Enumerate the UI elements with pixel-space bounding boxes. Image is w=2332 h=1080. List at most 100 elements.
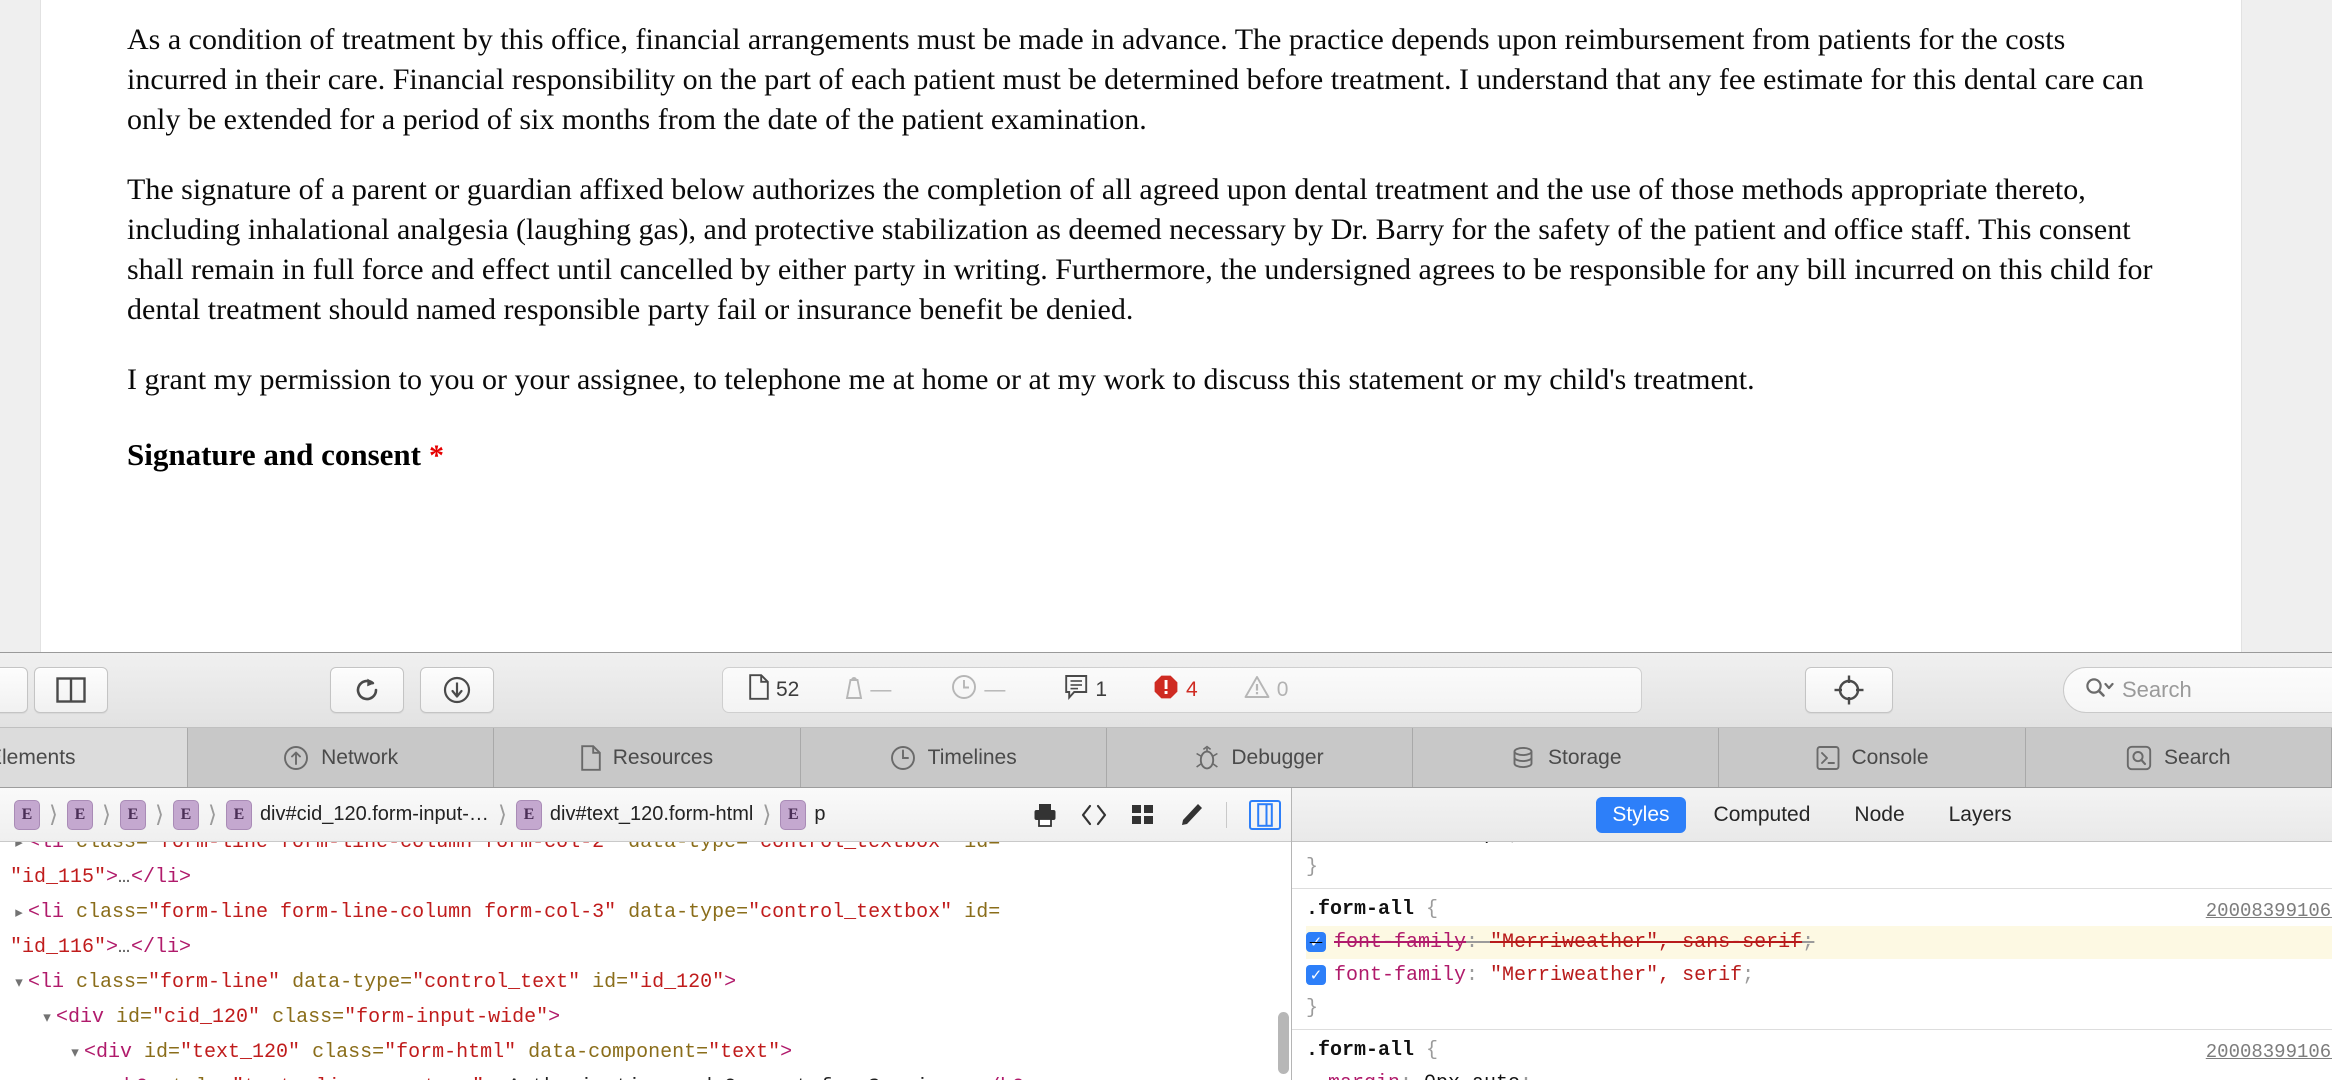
dom-node-li-115-cont[interactable]: "id_115">…</li>: [0, 860, 1291, 895]
print-icon[interactable]: [1032, 802, 1058, 828]
grid-icon[interactable]: [1130, 802, 1156, 828]
counter-logs[interactable]: 1: [1065, 674, 1107, 706]
tab-debugger[interactable]: Debugger: [1106, 728, 1414, 787]
breadcrumb-tools: [1032, 788, 1281, 842]
breadcrumb-item-2[interactable]: E: [119, 799, 146, 830]
dom-node-li-120[interactable]: ▾ <li class="form-line" data-type="contro…: [0, 965, 1291, 1000]
counter-resources[interactable]: 52: [749, 674, 799, 706]
tab-search[interactable]: Search: [2025, 728, 2332, 787]
dom-node-li-115-open[interactable]: ▸ <li class="form-line form-line-column f…: [0, 842, 1291, 860]
counter-warnings-value: 0: [1276, 678, 1289, 701]
breadcrumb-item-cid120[interactable]: E div#cid_120.form-input-…: [225, 799, 489, 830]
disclosure-triangle-icon[interactable]: ▾: [10, 966, 28, 1001]
tab-node[interactable]: Node: [1838, 797, 1920, 833]
css-selector-line[interactable]: .form-all {: [1306, 893, 2332, 926]
css-property-value: "Merriweather", sans-serif: [1490, 931, 1803, 954]
tab-debugger-label: Debugger: [1231, 745, 1324, 769]
paragraph-telephone-permission: I grant my permission to you or your ass…: [127, 363, 1755, 396]
declaration-checkbox[interactable]: ✓: [1306, 932, 1326, 952]
breadcrumb-item-0[interactable]: E: [14, 799, 40, 830]
counter-errors[interactable]: 4: [1153, 674, 1198, 706]
css-property-name: font-family: [1334, 931, 1467, 954]
sidebar-toggle-icon[interactable]: [1249, 800, 1281, 830]
breadcrumb-separator-icon: ⟩: [49, 801, 58, 827]
dom-node-li-116-open[interactable]: ▸ <li class="form-line form-line-column f…: [0, 895, 1291, 930]
dom-node-div-text120[interactable]: ▾ <div id="text_120" class="form-html" da…: [0, 1035, 1291, 1070]
timelines-icon: [890, 745, 916, 771]
tab-timelines[interactable]: Timelines: [800, 728, 1107, 787]
resource-counters: 52 — — 1 4 0: [722, 667, 1642, 713]
breadcrumb-separator-icon: ⟩: [207, 801, 217, 827]
element-badge-icon: E: [515, 799, 542, 830]
tab-layers[interactable]: Layers: [1933, 797, 2028, 833]
disclosure-triangle-icon[interactable]: ▸: [10, 842, 28, 861]
css-selector-line[interactable]: .form-all {: [1306, 1034, 2332, 1067]
inspector-tab-bar: Elements Network Resources Timelines: [0, 728, 2332, 788]
dom-node-h2[interactable]: <h2 style="text-align: center;"> Authori…: [0, 1070, 1291, 1080]
error-stop-icon: [1153, 674, 1179, 706]
dom-node-li-116-cont[interactable]: "id_116">…</li>: [0, 930, 1291, 965]
tab-storage[interactable]: Storage: [1413, 728, 1720, 787]
css-property-name: font-family: [1334, 964, 1467, 987]
inspect-element-button[interactable]: [1805, 667, 1893, 713]
styles-panel: Styles Computed Node Layers font-size: 1…: [1292, 788, 2332, 1080]
css-rule-source-link[interactable]: 2000839910610: [2206, 895, 2332, 928]
angle-brackets-icon[interactable]: [1080, 802, 1108, 828]
css-declaration-margin[interactable]: margin: 0px auto;: [1306, 1067, 2332, 1080]
tab-console[interactable]: Console: [1719, 728, 2026, 787]
screen: As a condition of treatment by this offi…: [0, 0, 2332, 1080]
css-property-name: font-size: [1328, 842, 1436, 846]
styles-rules-list[interactable]: font-size: 16px; } 2000839910610 .form-a…: [1292, 842, 2332, 1080]
tab-network[interactable]: Network: [188, 728, 495, 787]
tab-styles[interactable]: Styles: [1596, 796, 1686, 833]
inspector-panels: E ⟩ E ⟩ E ⟩ E ⟩ E div#cid_120.form-input…: [0, 788, 2332, 1080]
storage-icon: [1510, 745, 1536, 771]
counter-warnings[interactable]: 0: [1244, 674, 1289, 706]
reload-icon: [352, 675, 382, 705]
css-rule-form-all-font[interactable]: 2000839910610 .form-all { ✓ font-family:…: [1292, 889, 2332, 1030]
breadcrumb-separator-icon: ⟩: [154, 801, 164, 827]
declaration-checkbox[interactable]: ✓: [1306, 965, 1326, 985]
inspector-search-field[interactable]: Search: [2063, 667, 2332, 713]
disclosure-triangle-icon[interactable]: ▸: [10, 896, 28, 931]
css-declaration-font-family-overridden[interactable]: ✓ font-family: "Merriweather", sans-seri…: [1306, 926, 2332, 959]
dom-tree-scrollbar[interactable]: [1278, 1012, 1289, 1074]
tab-computed[interactable]: Computed: [1698, 797, 1827, 833]
tab-console-label: Console: [1851, 745, 1929, 769]
search-input-placeholder: Search: [2122, 677, 2192, 702]
counter-time[interactable]: —: [951, 674, 1005, 706]
weight-icon: [845, 674, 863, 706]
breadcrumb-item-text120[interactable]: E div#text_120.form-html: [515, 799, 753, 830]
breadcrumb-item-3[interactable]: E: [172, 799, 199, 830]
element-badge-icon: E: [780, 799, 807, 830]
tab-resources-label: Resources: [612, 745, 714, 769]
disclosure-triangle-icon[interactable]: ▾: [38, 1001, 56, 1036]
disclosure-triangle-icon[interactable]: ▾: [66, 1036, 84, 1071]
dom-tree[interactable]: ▸ <li class="form-line form-line-column f…: [0, 842, 1291, 1080]
css-rule-source-link[interactable]: 2000839910610: [2206, 1036, 2332, 1069]
console-icon: [1816, 745, 1840, 771]
breadcrumb-item-p[interactable]: E p: [780, 799, 825, 830]
counter-size[interactable]: —: [845, 674, 891, 706]
css-property-value: 0px auto: [1424, 1072, 1520, 1080]
signature-and-consent-heading: Signature and consent *: [127, 435, 2155, 476]
counter-errors-value: 4: [1186, 678, 1198, 701]
breadcrumb-item-1[interactable]: E: [66, 799, 93, 830]
css-declaration-font-family-active[interactable]: ✓ font-family: "Merriweather", serif;: [1306, 959, 2332, 992]
download-button[interactable]: [420, 667, 494, 713]
counter-logs-value: 1: [1095, 678, 1108, 701]
css-rule-partial[interactable]: font-size: 16px; }: [1292, 842, 2332, 889]
dock-side-panel-button[interactable]: [34, 667, 108, 713]
tab-elements[interactable]: Elements: [0, 728, 188, 787]
breadcrumb-separator-icon: ⟩: [497, 801, 507, 827]
reload-button[interactable]: [330, 667, 404, 713]
css-rule-form-all-margin[interactable]: 2000839910610 .form-all { margin: 0px au…: [1292, 1030, 2332, 1080]
tab-resources[interactable]: Resources: [494, 728, 801, 787]
dock-left-button[interactable]: [0, 667, 28, 713]
brush-icon[interactable]: [1178, 802, 1204, 828]
web-page-viewport: As a condition of treatment by this offi…: [0, 0, 2332, 652]
css-declaration-font-size[interactable]: font-size: 16px;: [1306, 842, 2332, 851]
warning-icon: [1244, 674, 1270, 706]
css-selector: .form-all: [1306, 1039, 1415, 1062]
dom-node-div-cid120[interactable]: ▾ <div id="cid_120" class="form-input-wid…: [0, 1000, 1291, 1035]
